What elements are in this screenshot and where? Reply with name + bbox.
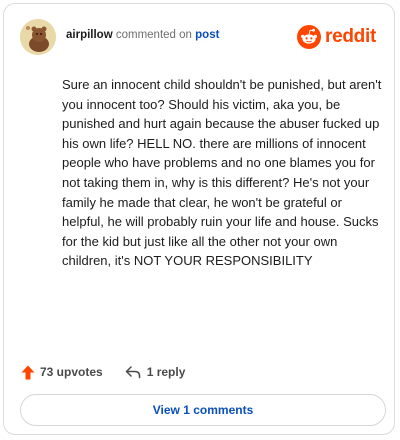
reply-arrow-icon <box>125 366 140 379</box>
comment-actions: 73 upvotes 1 reply <box>21 363 185 381</box>
reply-count: 1 reply <box>146 365 186 379</box>
avatar[interactable] <box>20 19 56 55</box>
upvote-button[interactable]: 73 upvotes <box>21 365 103 380</box>
comment-header: airpillow commented on post reddit <box>20 19 380 55</box>
reddit-wordmark: reddit <box>325 26 376 47</box>
username-link[interactable]: airpillow <box>66 29 113 41</box>
comment-body: Sure an innocent child shouldn't be puni… <box>62 77 382 269</box>
post-link[interactable]: post <box>195 29 219 41</box>
reddit-brand[interactable]: reddit <box>297 24 376 50</box>
comment-card: airpillow commented on post reddit Sure … <box>3 3 395 435</box>
reddit-snoo-icon <box>297 25 322 49</box>
commented-on-text: commented on <box>115 29 192 41</box>
upvote-count: 73 upvotes <box>40 365 103 379</box>
comment-meta: airpillow commented on post <box>66 29 219 41</box>
avatar-image <box>20 19 56 55</box>
reply-button[interactable]: 1 reply <box>125 365 186 379</box>
view-comments-button[interactable]: View 1 comments <box>20 394 386 426</box>
upvote-arrow-icon <box>21 365 35 379</box>
